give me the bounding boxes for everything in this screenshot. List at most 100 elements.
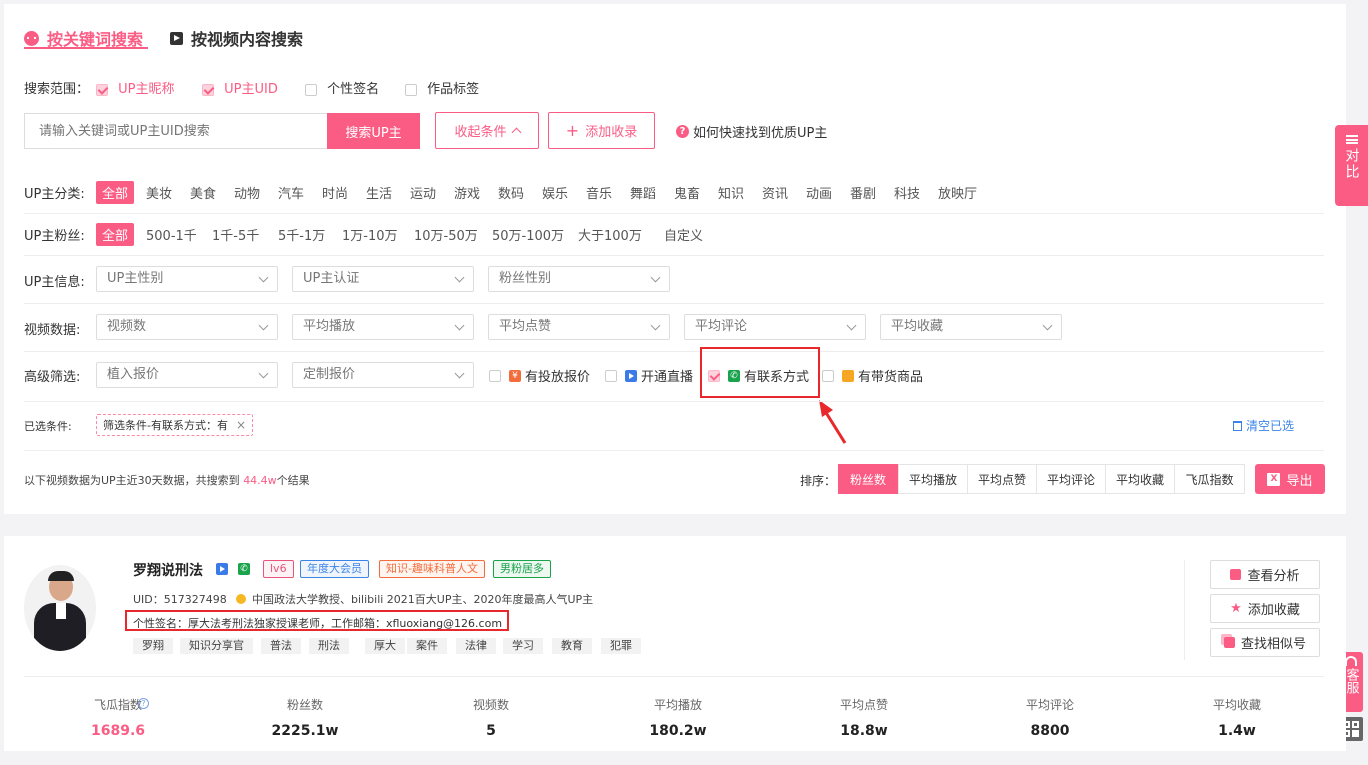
category-item-5[interactable]: 时尚 [322,183,348,202]
select-value: 植入报价 [107,367,160,382]
scope-label: 搜索范围： [24,82,90,97]
sort-option-3[interactable]: 平均评论 [1036,464,1106,494]
fans-item-3[interactable]: 5千-1万 [278,225,325,244]
category-item-13[interactable]: 鬼畜 [674,183,700,202]
view-analysis-button[interactable]: 查看分析 [1210,560,1320,589]
avg-play-select[interactable]: 平均播放 [292,314,474,340]
collapse-conditions-button[interactable]: 收起条件 [435,112,539,149]
category-item-9[interactable]: 数码 [498,183,524,202]
clear-label: 清空已选 [1246,419,1295,433]
category-item-18[interactable]: 科技 [894,183,920,202]
help-circle-icon[interactable]: ? [138,698,149,709]
sort-option-4[interactable]: 平均收藏 [1105,464,1175,494]
summary-prefix: 以下视频数据为UP主近30天数据，共搜索到 [24,474,240,487]
video-count-select[interactable]: 视频数 [96,314,278,340]
placement-price-select[interactable]: 植入报价 [96,362,278,388]
fans-gender-select[interactable]: 粉丝性别 [488,266,670,292]
category-item-4[interactable]: 汽车 [278,183,304,202]
checkbox[interactable] [605,369,617,382]
scope-signature-option[interactable]: 个性签名 [305,78,379,97]
stat-value: 18.8w [840,723,888,739]
search-button[interactable]: 搜索UP主 [327,113,420,149]
category-item-10[interactable]: 娱乐 [542,183,568,202]
category-item-0[interactable]: 全部 [96,181,135,204]
category-item-19[interactable]: 放映厅 [938,183,977,202]
card-tag-5[interactable]: 案件 [407,638,447,654]
avg-favorite-select[interactable]: 平均收藏 [880,314,1062,340]
sort-option-1[interactable]: 平均播放 [898,464,968,494]
export-button[interactable]: X 导出 [1255,464,1325,494]
category-item-15[interactable]: 资讯 [762,183,788,202]
phone-icon[interactable]: ✆ [238,563,250,575]
chat-bubble-icon [24,30,39,46]
checkbox[interactable] [202,83,214,96]
compare-side-button[interactable]: 对比 [1335,125,1368,206]
fans-item-0[interactable]: 全部 [96,223,135,246]
card-tag-7[interactable]: 学习 [503,638,543,654]
fans-item-8[interactable]: 自定义 [664,225,703,244]
certification-select[interactable]: UP主认证 [292,266,474,292]
divider [24,303,1324,304]
avg-comment-select[interactable]: 平均评论 [684,314,866,340]
checkbox[interactable] [305,83,317,96]
find-similar-button[interactable]: 查找相似号 [1210,628,1320,657]
fans-item-1[interactable]: 500-1千 [146,225,197,244]
checkbox[interactable] [822,369,834,382]
checkbox[interactable] [489,369,501,382]
copy-icon [1223,637,1235,648]
avg-like-select[interactable]: 平均点赞 [488,314,670,340]
add-to-favorites-button[interactable]: ★ 添加收藏 [1210,594,1320,623]
category-item-17[interactable]: 番剧 [850,183,876,202]
custom-price-select[interactable]: 定制报价 [292,362,474,388]
card-tag-6[interactable]: 法律 [456,638,496,654]
category-item-7[interactable]: 运动 [410,183,436,202]
fans-item-6[interactable]: 50万-100万 [492,225,564,244]
sort-option-0[interactable]: 粉丝数 [838,464,898,494]
sort-option-2[interactable]: 平均点赞 [967,464,1037,494]
up-name[interactable]: 罗翔说刑法 [133,560,203,580]
scope-nickname-option[interactable]: UP主昵称 [96,78,175,97]
scope-uid-option[interactable]: UP主UID [202,78,278,97]
card-tag-1[interactable]: 知识分享官 [180,638,253,654]
fans-item-4[interactable]: 1万-10万 [342,225,398,244]
avatar[interactable] [24,565,96,651]
compare-label: 对比 [1343,148,1360,180]
card-tag-9[interactable]: 犯罪 [601,638,641,654]
help-link[interactable]: ? 如何快速找到优质UP主 [676,122,827,141]
sort-option-5[interactable]: 飞瓜指数 [1174,464,1245,494]
category-item-12[interactable]: 舞蹈 [630,183,656,202]
close-icon[interactable]: × [236,418,246,432]
selected-label: 已选条件: [24,420,72,433]
summary-suffix: 个结果 [276,474,310,487]
clear-selected-button[interactable]: 清空已选 [1233,417,1294,434]
category-item-8[interactable]: 游戏 [454,183,480,202]
scope-tags-option[interactable]: 作品标签 [405,78,479,97]
checkbox[interactable] [405,83,417,96]
has-ad-price-option[interactable]: ¥ 有投放报价 [489,366,590,385]
divider [24,213,1324,214]
category-item-16[interactable]: 动画 [806,183,832,202]
live-stream-option[interactable]: 开通直播 [605,366,693,385]
card-tag-8[interactable]: 教育 [552,638,592,654]
tab-video-search[interactable]: 按视频内容搜索 [170,26,303,50]
category-item-2[interactable]: 美食 [190,183,216,202]
card-tag-0[interactable]: 罗翔 [133,638,173,654]
checkbox[interactable] [96,83,108,96]
category-item-11[interactable]: 音乐 [586,183,612,202]
card-tag-4[interactable]: 厚大 [365,638,405,654]
fans-item-7[interactable]: 大于100万 [578,225,642,244]
has-goods-option[interactable]: 有带货商品 [822,366,923,385]
add-favorite-button[interactable]: + 添加收录 [548,112,655,149]
fans-item-2[interactable]: 1千-5千 [212,225,259,244]
fans-item-5[interactable]: 10万-50万 [414,225,478,244]
option-label: 有投放报价 [525,370,591,385]
category-item-3[interactable]: 动物 [234,183,260,202]
category-item-14[interactable]: 知识 [718,183,744,202]
category-item-1[interactable]: 美妆 [146,183,172,202]
card-tag-3[interactable]: 刑法 [309,638,349,654]
search-input[interactable] [24,113,328,149]
export-label: 导出 [1286,473,1313,489]
category-item-6[interactable]: 生活 [366,183,392,202]
gender-select[interactable]: UP主性别 [96,266,278,292]
card-tag-2[interactable]: 普法 [261,638,301,654]
